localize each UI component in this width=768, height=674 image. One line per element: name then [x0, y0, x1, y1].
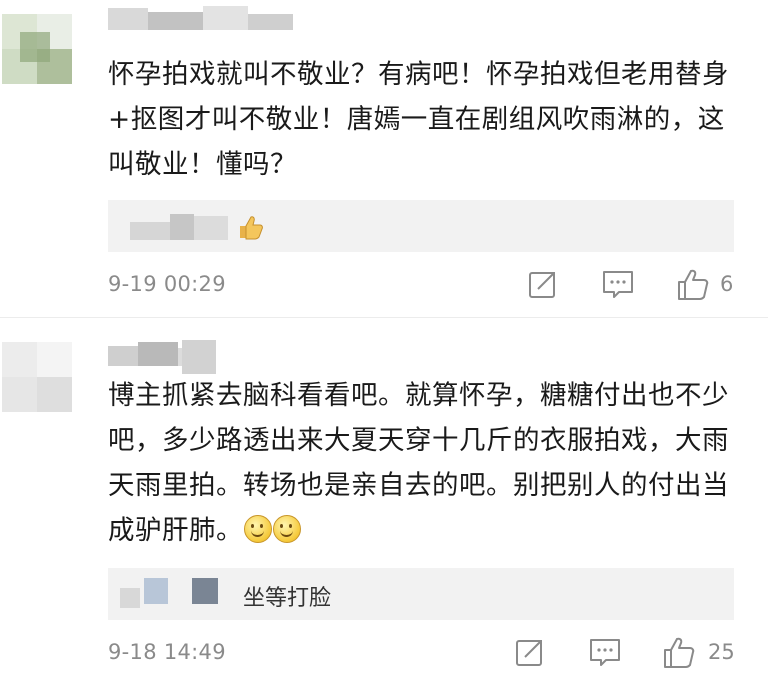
username-blurred-block: [182, 340, 216, 374]
smile-emoji-icon: [244, 515, 272, 543]
like-count: 25: [708, 640, 735, 664]
share-icon[interactable]: [514, 636, 546, 668]
comment-item: 怀孕拍戏就叫不敬业？有病吧！怀孕拍戏但老用替身+抠图才叫不敬业！唐嫣一直在剧组风…: [0, 0, 768, 318]
reply-username-blurred: [120, 588, 140, 608]
comment-meta: 9-19 00:29 6: [0, 268, 768, 304]
avatar[interactable]: [2, 342, 72, 412]
comment-icon[interactable]: [601, 268, 635, 300]
smile-emoji-icon: [273, 515, 301, 543]
reply-preview[interactable]: 坐等打脸: [108, 568, 734, 620]
thumbs-up-icon[interactable]: [662, 636, 696, 670]
username-blurred[interactable]: [108, 0, 318, 32]
comment-text-content: 博主抓紧去脑科看看吧。就算怀孕，糖糖付出也不少吧，多少路透出来大夏天穿十几斤的衣…: [108, 380, 729, 546]
comment-text: 怀孕拍戏就叫不敬业？有病吧！怀孕拍戏但老用替身+抠图才叫不敬业！唐嫣一直在剧组风…: [108, 59, 729, 180]
comment-icon[interactable]: [588, 636, 622, 668]
thumbs-up-emoji-icon: [240, 216, 263, 240]
reply-text: 坐等打脸: [243, 586, 332, 611]
like-count: 6: [720, 272, 734, 296]
comment-text: 博主抓紧去脑科看看吧。就算怀孕，糖糖付出也不少吧，多少路透出来大夏天穿十几斤的衣…: [108, 373, 744, 553]
avatar[interactable]: [2, 14, 72, 84]
timestamp: 9-18 14:49: [108, 640, 226, 664]
comment-item: 博主抓紧去脑科看看吧。就算怀孕，糖糖付出也不少吧，多少路透出来大夏天穿十几斤的衣…: [0, 318, 768, 674]
reply-username-blurred: [130, 222, 170, 240]
reply-preview[interactable]: [108, 200, 734, 252]
share-icon[interactable]: [527, 268, 559, 300]
comment-meta: 9-18 14:49 25: [0, 636, 768, 672]
timestamp: 9-19 00:29: [108, 272, 226, 296]
thumbs-up-icon[interactable]: [676, 268, 710, 302]
